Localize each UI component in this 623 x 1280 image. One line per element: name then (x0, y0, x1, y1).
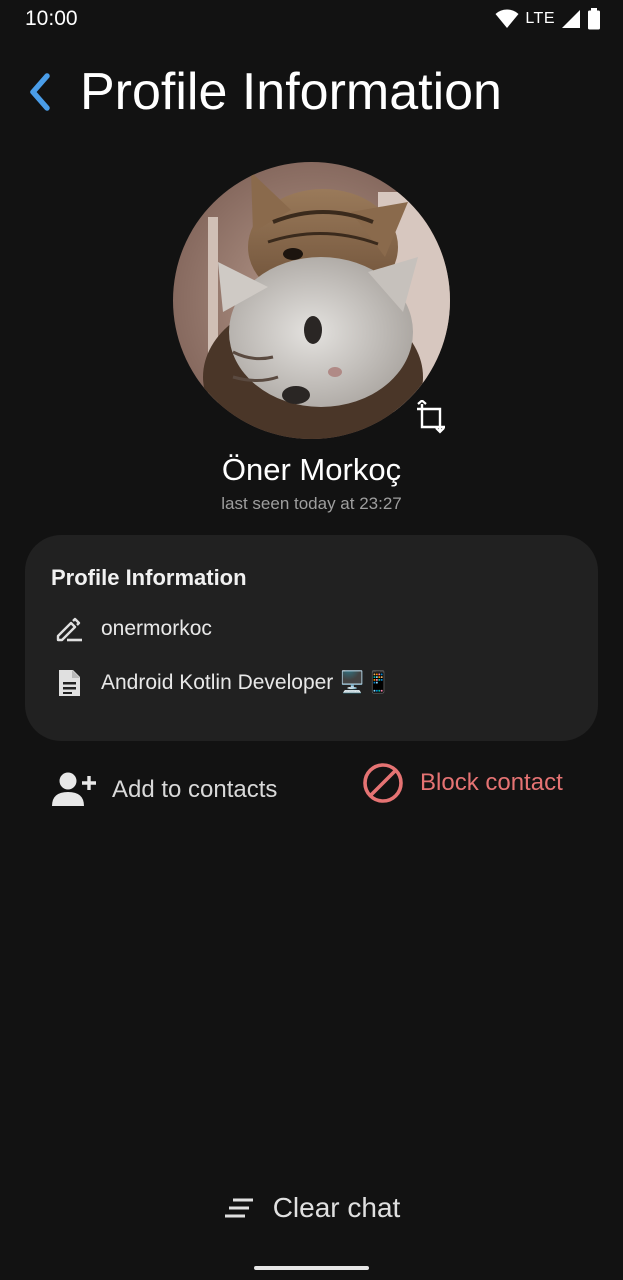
status-bar: 10:00 LTE (0, 0, 623, 40)
username-row[interactable]: onermorkoc (51, 611, 212, 647)
network-label: LTE (525, 10, 555, 27)
document-icon (51, 665, 87, 701)
home-indicator[interactable] (254, 1266, 369, 1270)
cat-photo (173, 162, 450, 439)
card-title: Profile Information (51, 565, 247, 590)
add-to-contacts-button[interactable]: Add to contacts (50, 770, 277, 810)
rotate-icon (417, 400, 445, 434)
clear-chat-button[interactable]: Clear chat (0, 1192, 623, 1224)
rotate-photo-button[interactable] (411, 398, 451, 438)
clear-chat-label: Clear chat (272, 1192, 401, 1223)
person-add-icon (52, 772, 96, 806)
bio-text: Android Kotlin Developer 🖥️📱 (101, 671, 392, 694)
bio-row[interactable]: Android Kotlin Developer 🖥️📱 (51, 665, 391, 701)
block-contact-button[interactable]: Block contact (362, 762, 563, 804)
block-icon (363, 763, 403, 803)
page-title: Profile Information (80, 63, 502, 121)
profile-info-card: Profile Information onermorkoc Android K… (25, 535, 598, 741)
add-to-contacts-label: Add to contacts (112, 776, 278, 803)
status-icons: LTE (495, 8, 601, 30)
chevron-left-icon (30, 73, 50, 111)
clear-list-icon (224, 1198, 253, 1218)
status-time: 10:00 (25, 7, 78, 30)
user-name: Öner Morkoç (221, 452, 402, 487)
avatar[interactable] (173, 162, 450, 439)
app-bar: Profile Information (0, 60, 623, 132)
username-text: onermorkoc (101, 617, 212, 640)
pencil-icon (51, 611, 87, 647)
avatar-container (173, 162, 450, 439)
signal-icon (562, 10, 580, 28)
back-button[interactable] (20, 70, 60, 114)
last-seen-status: last seen today at 23:27 (221, 494, 402, 513)
wifi-icon (495, 9, 519, 28)
battery-icon (588, 8, 600, 30)
block-contact-label: Block contact (420, 769, 563, 796)
